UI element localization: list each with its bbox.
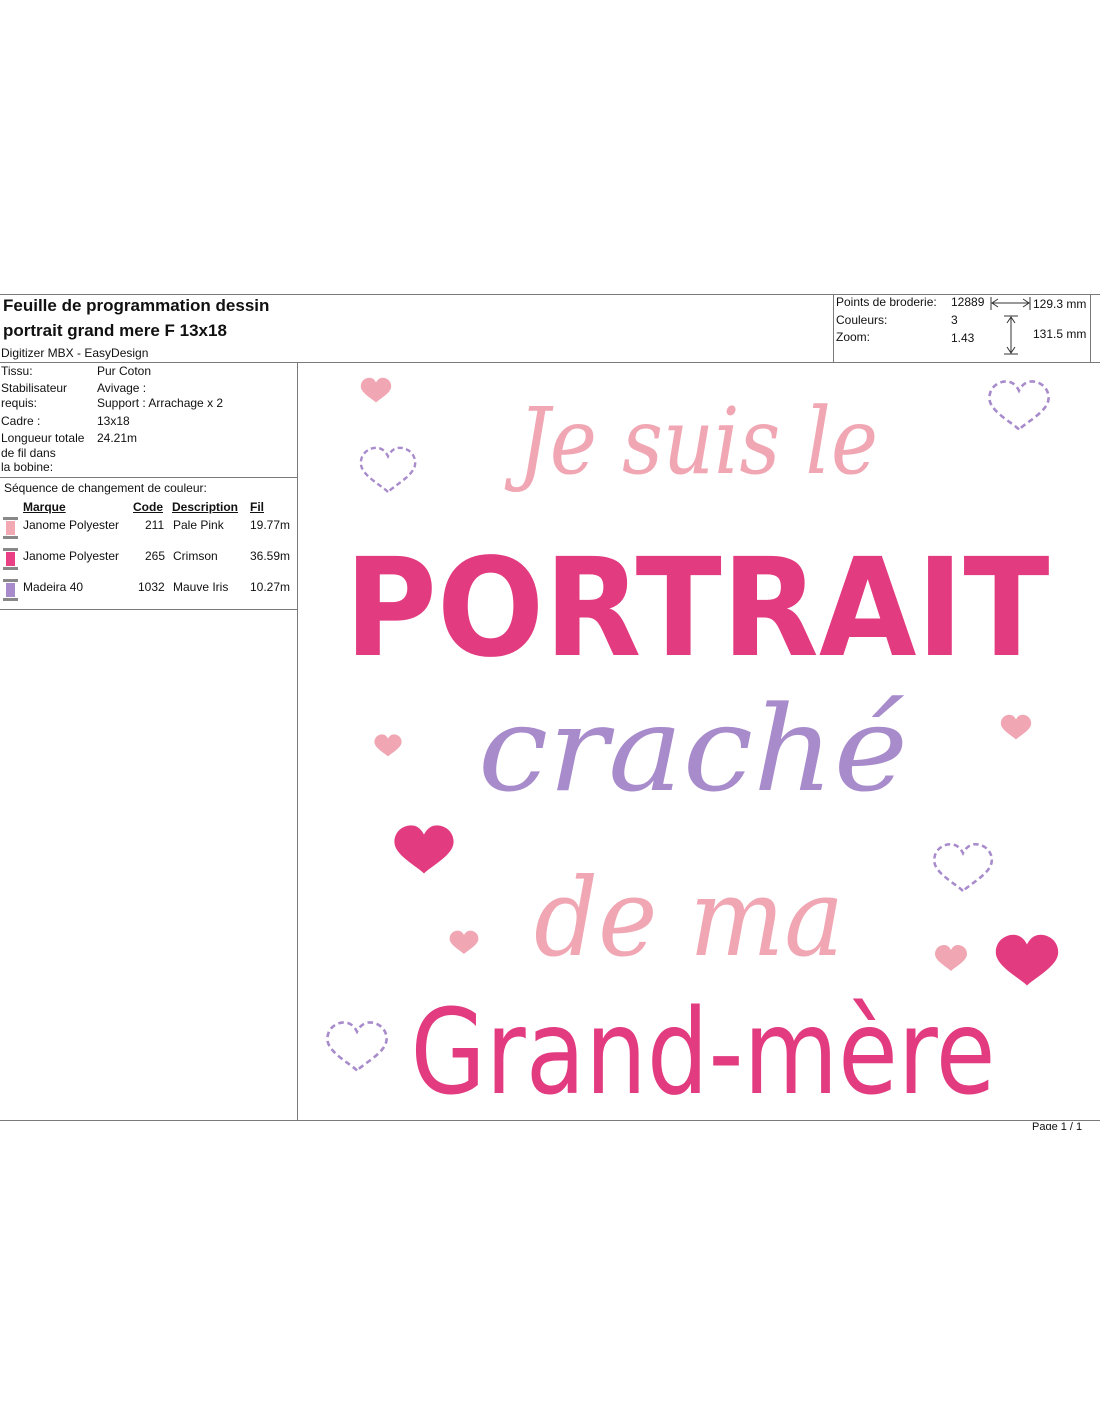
row-thread: 36.59m [250,549,291,563]
bottom-border [0,1120,1100,1121]
sheet-title-line1: Feuille de programmation dessin [3,296,270,315]
frame-value: 13x18 [97,414,130,428]
row-thread: 19.77m [250,518,291,532]
column-thread: Fil [250,500,264,514]
colors-label: Couleurs: [836,313,888,327]
design-line-5: Grand-mère [411,983,996,1120]
row-description: Pale Pink [173,518,224,532]
row-description: Crimson [173,549,218,563]
row-code: 265 [145,549,166,563]
stabilizer-value-line2: Support : Arrachage x 2 [97,396,224,410]
row-thread: 10.27m [250,580,291,594]
sequence-divider [0,609,297,610]
zoom-label: Zoom: [836,330,871,344]
row-description: Mauve Iris [173,580,229,594]
zoom-value: 1.43 [951,331,975,345]
thread-spool-icon [3,579,18,601]
row-brand: Janome Polyester [23,518,120,532]
sequence-title: Séquence de changement de couleur: [4,481,207,495]
row-brand: Madeira 40 [23,580,84,594]
sheet-title-line2: portrait grand mere F 13x18 [3,321,227,340]
frame-label: Cadre : [1,414,41,428]
heart-icon [988,380,1050,431]
width-value: 129.3 mm [1033,297,1087,311]
column-code: Code [133,500,163,514]
programming-sheet: Feuille de programmation dessin portrait… [0,294,1100,1130]
heart-icon [374,734,402,757]
length-label-line1: Longueur totale [1,431,85,445]
heart-icon [935,945,967,971]
stitches-value: 12889 [951,295,985,309]
embroidery-preview: Je suis le PORTRAIT craché de ma Grand-m… [326,377,1059,1120]
stabilizer-label-line2: requis: [1,396,38,410]
design-line-2: PORTRAIT [345,530,1050,688]
specs-divider [0,477,297,478]
stabilizer-value-line1: Avivage : [97,381,147,395]
length-value: 24.21m [97,431,138,445]
page-number-clip: Page 1 / 1 [1000,1122,1100,1130]
heart-icon [995,934,1059,986]
design-line-3: craché [478,680,908,818]
column-brand: Marque [23,500,66,514]
stitches-label: Points de broderie: [836,295,937,309]
length-label-line2: de fil dans [1,446,56,460]
heart-icon [326,1021,388,1072]
row-code: 1032 [138,580,165,594]
stats-right-border [1090,294,1091,362]
heart-icon [394,825,454,874]
design-line-1: Je suis le [504,388,878,495]
thread-spool-icon [3,517,18,539]
fabric-label: Tissu: [1,364,33,378]
height-value: 131.5 mm [1033,327,1087,341]
heart-icon [449,930,479,954]
fabric-value: Pur Coton [97,364,152,378]
row-brand: Janome Polyester [23,549,120,563]
thread-spool-icon [3,548,18,570]
colors-value: 3 [951,313,958,327]
stats-divider [833,294,834,362]
heart-icon [1000,714,1032,740]
dimension-arrows-icon [990,297,1031,355]
column-description: Description [172,500,239,514]
stabilizer-label-line1: Stabilisateur [1,381,68,395]
heart-icon [932,842,994,893]
heart-icon [360,377,392,403]
heart-icon [359,446,417,494]
software-label: Digitizer MBX - EasyDesign [1,346,149,360]
design-line-4: de ma [534,856,844,981]
page-number: Page 1 / 1 [1032,1122,1083,1130]
length-label-line3: la bobine: [1,460,54,474]
row-code: 211 [145,518,165,532]
